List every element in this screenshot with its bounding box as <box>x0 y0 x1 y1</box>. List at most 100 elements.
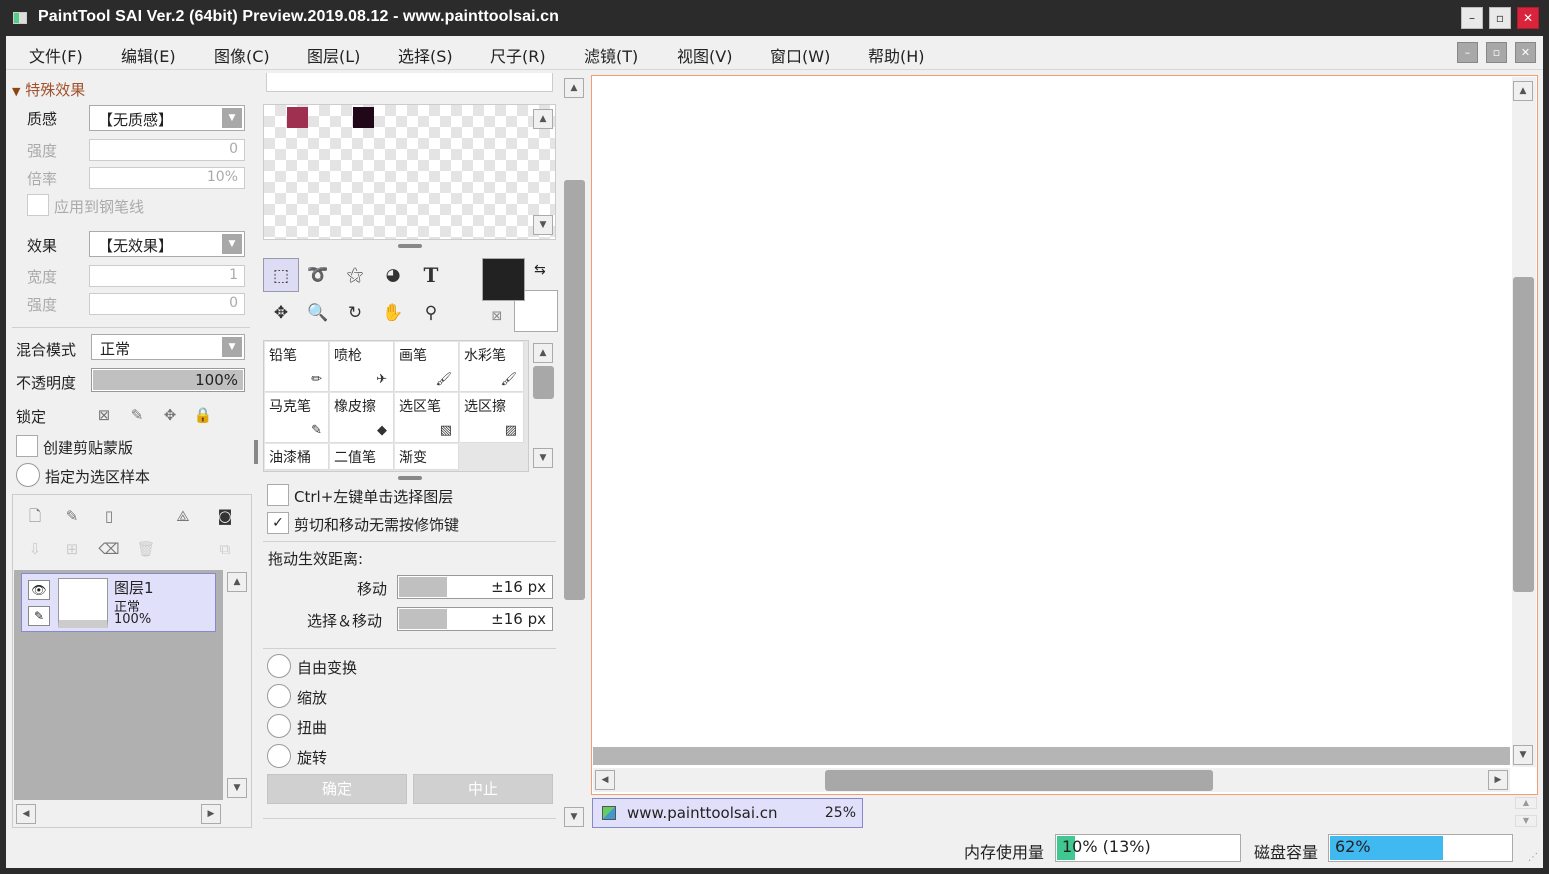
filter-icon[interactable]: ⟁ <box>171 504 195 528</box>
swatch-scroll-down-icon[interactable]: ▼ <box>533 215 553 235</box>
canvas-area[interactable] <box>591 75 1538 795</box>
ctrl-click-checkbox[interactable] <box>267 484 289 506</box>
middle-scroll-thumb[interactable] <box>564 180 585 600</box>
magic-wand-icon[interactable]: ⚝ <box>337 258 373 292</box>
opacity-slider[interactable]: 100% <box>91 368 245 392</box>
hand-icon[interactable]: ✋ <box>375 296 411 330</box>
eyedropper-icon[interactable]: ⚲ <box>413 296 449 330</box>
canvas-scroll-left-icon[interactable]: ◀ <box>595 770 615 790</box>
effects-header[interactable]: ▼ 特殊效果 <box>12 79 85 100</box>
scale-field[interactable]: 10% <box>89 167 245 189</box>
mask-icon[interactable]: ◙ <box>213 504 237 528</box>
swatch-dark-purple[interactable] <box>353 107 374 128</box>
layer-mask-icon[interactable]: ⧉ <box>213 537 237 561</box>
rotate-icon[interactable]: ↻ <box>337 296 373 330</box>
brush-pencil[interactable]: 铅笔 ✏ <box>265 342 329 392</box>
text-tool-icon[interactable]: T <box>413 258 449 292</box>
scroll-down-icon[interactable]: ▼ <box>227 778 247 798</box>
menu-image[interactable]: 图像(C) <box>214 43 270 67</box>
brush-scroll-thumb[interactable] <box>533 366 554 399</box>
scroll-up-icon[interactable]: ▲ <box>227 572 247 592</box>
new-pen-layer-icon[interactable]: ✎ <box>60 504 84 528</box>
menu-edit[interactable]: 编辑(E) <box>121 43 176 67</box>
brush-select-pen[interactable]: 选区笔 ▧ <box>395 393 459 443</box>
brush-binary[interactable]: 二值笔 <box>330 444 394 470</box>
doc-close-button[interactable]: ✕ <box>1515 42 1536 63</box>
transfer-down-icon[interactable]: ⇩ <box>23 537 47 561</box>
rotate-radio[interactable] <box>267 744 291 768</box>
brush-brush[interactable]: 画笔 🖌 <box>395 342 459 392</box>
ok-button[interactable]: 确定 <box>267 774 407 804</box>
brush-watercolor[interactable]: 水彩笔 🖌 <box>460 342 524 392</box>
menu-select[interactable]: 选择(S) <box>398 43 453 67</box>
panel-splitter[interactable] <box>398 476 422 480</box>
maximize-button[interactable]: ▫ <box>1489 7 1511 29</box>
lock-paint-icon[interactable]: ✎ <box>125 403 149 427</box>
menu-view[interactable]: 视图(V) <box>677 43 732 67</box>
tab-scroll-down-icon[interactable]: ▼ <box>1515 815 1537 827</box>
blend-mode-combo[interactable]: 正常 ▼ <box>91 334 245 360</box>
menu-help[interactable]: 帮助(H) <box>868 43 925 67</box>
canvas-scroll-right-icon[interactable]: ▶ <box>1488 770 1508 790</box>
scroll-left-icon[interactable]: ◀ <box>16 804 36 824</box>
clipping-mask-checkbox[interactable] <box>16 435 38 457</box>
new-layer-icon[interactable]: 🗋 <box>23 504 47 528</box>
cut-move-checkbox[interactable]: ✓ <box>267 512 289 534</box>
clear-layer-icon[interactable]: ⌫ <box>97 537 121 561</box>
width-field[interactable]: 1 <box>89 265 245 287</box>
selection-sample-radio[interactable] <box>16 463 40 487</box>
middle-scroll-up-icon[interactable]: ▲ <box>564 78 584 98</box>
tab-scroll-up-icon[interactable]: ▲ <box>1515 797 1537 809</box>
panel-splitter[interactable] <box>398 244 422 248</box>
doc-restore-button[interactable]: ▫ <box>1486 42 1507 63</box>
scale-radio[interactable] <box>267 684 291 708</box>
primary-color[interactable] <box>482 258 525 301</box>
transparent-color-icon[interactable]: ⊠ <box>486 309 508 329</box>
merge-down-icon[interactable]: ⊞ <box>60 537 84 561</box>
menu-window[interactable]: 窗口(W) <box>770 43 830 67</box>
canvas-scroll-up-icon[interactable]: ▲ <box>1513 81 1533 101</box>
menu-file[interactable]: 文件(F) <box>29 43 83 67</box>
texture-combo[interactable]: 【无质感】 ▼ <box>89 105 245 131</box>
move-icon[interactable]: ✥ <box>263 296 299 330</box>
new-folder-icon[interactable]: ▯ <box>97 504 121 528</box>
zoom-icon[interactable]: 🔍 <box>300 296 336 330</box>
brush-eraser[interactable]: 橡皮擦 ◆ <box>330 393 394 443</box>
brush-marker[interactable]: 马克笔 ✎ <box>265 393 329 443</box>
close-button[interactable]: ✕ <box>1517 7 1539 29</box>
swatch-crimson[interactable] <box>287 107 308 128</box>
lock-move-icon[interactable]: ✥ <box>158 403 182 427</box>
lasso-icon[interactable]: ➰ <box>300 258 336 292</box>
layer-vscrollbar[interactable] <box>226 570 248 800</box>
strength2-field[interactable]: 0 <box>89 293 245 315</box>
layer-row[interactable]: 👁 ✎ 图层1 正常 100% <box>21 573 216 632</box>
brush-gradient[interactable]: 渐变 <box>395 444 459 470</box>
free-transform-radio[interactable] <box>267 654 291 678</box>
brush-select-eraser[interactable]: 选区擦 ▨ <box>460 393 524 443</box>
lock-transparency-icon[interactable]: ⊠ <box>92 403 116 427</box>
color-wheel-area[interactable] <box>266 73 553 92</box>
canvas-tab[interactable]: www.painttoolsai.cn 25% <box>592 798 863 828</box>
pencil-icon[interactable]: ✎ <box>28 606 50 626</box>
delete-layer-icon[interactable]: 🗑 <box>134 537 158 561</box>
move-distance-slider[interactable]: ±16 px <box>397 575 553 599</box>
menu-ruler[interactable]: 尺子(R) <box>490 43 546 67</box>
doc-minimize-button[interactable]: – <box>1457 42 1478 63</box>
lock-all-icon[interactable]: 🔒 <box>191 403 215 427</box>
minimize-button[interactable]: – <box>1461 7 1483 29</box>
apply-pen-checkbox[interactable] <box>27 194 49 216</box>
middle-scroll-down-icon[interactable]: ▼ <box>564 807 584 827</box>
brush-scroll-up-icon[interactable]: ▲ <box>533 343 553 363</box>
swap-colors-icon[interactable]: ⇆ <box>534 262 546 278</box>
scroll-right-icon[interactable]: ▶ <box>201 804 221 824</box>
canvas-scroll-down-icon[interactable]: ▼ <box>1513 745 1533 765</box>
menu-filter[interactable]: 滤镜(T) <box>584 43 638 67</box>
shape-icon[interactable]: ◕ <box>375 258 411 292</box>
panel-splitter[interactable] <box>254 440 258 464</box>
brush-scroll-down-icon[interactable]: ▼ <box>533 448 553 468</box>
canvas-hscroll-thumb[interactable] <box>825 770 1213 791</box>
effect-combo[interactable]: 【无效果】 ▼ <box>89 231 245 257</box>
resize-grip-icon[interactable]: ⋰ <box>1528 852 1538 863</box>
brush-bucket[interactable]: 油漆桶 <box>265 444 329 470</box>
rect-select-icon[interactable]: ⬚ <box>263 258 299 292</box>
